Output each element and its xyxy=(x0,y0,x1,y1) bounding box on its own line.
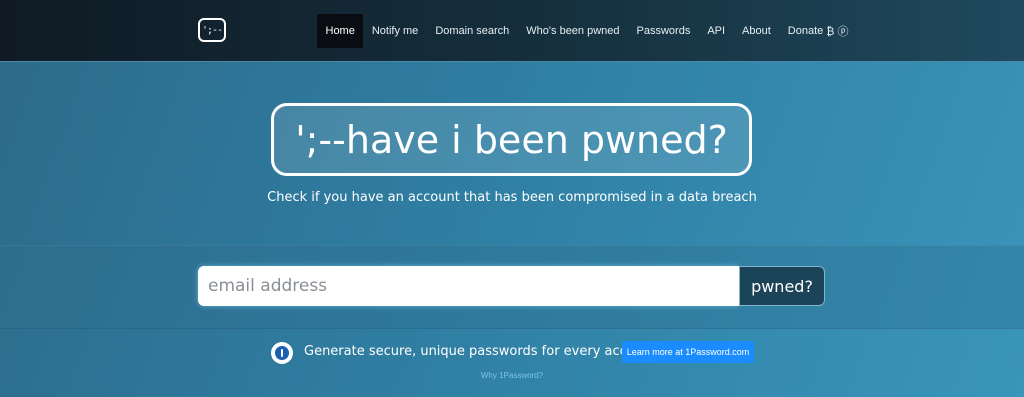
bitcoin-paypal-icon: ₿ ⓟ xyxy=(826,26,849,38)
nav-item-api[interactable]: API xyxy=(699,14,734,48)
nav-item-about[interactable]: About xyxy=(734,14,780,48)
nav-item-passwords[interactable]: Passwords xyxy=(628,14,699,48)
donate-label: Donate xyxy=(787,25,824,37)
site-subtitle: Check if you have an account that has be… xyxy=(267,190,757,205)
main-nav: Home Notify me Domain search Who's been … xyxy=(317,14,857,48)
site-title: ';--have i been pwned? xyxy=(271,103,752,176)
promo-text: Generate secure, unique passwords for ev… xyxy=(304,344,657,359)
site-logo-icon[interactable]: ';-- xyxy=(198,18,226,42)
nav-item-home[interactable]: Home xyxy=(317,14,364,48)
1password-icon xyxy=(271,342,293,364)
learn-more-button[interactable]: Learn more at 1Password.com xyxy=(622,341,754,363)
nav-item-donate[interactable]: Donate ₿ ⓟ xyxy=(779,14,857,48)
pwned-button[interactable]: pwned? xyxy=(739,266,825,306)
nav-item-notify-me[interactable]: Notify me xyxy=(363,14,426,48)
why-1password-link[interactable]: Why 1Password? xyxy=(0,371,1024,380)
top-navbar: ';-- Home Notify me Domain search Who's … xyxy=(0,0,1024,62)
nav-item-whos-been-pwned[interactable]: Who's been pwned xyxy=(518,14,628,48)
email-input[interactable] xyxy=(198,266,739,306)
nav-item-domain-search[interactable]: Domain search xyxy=(427,14,518,48)
